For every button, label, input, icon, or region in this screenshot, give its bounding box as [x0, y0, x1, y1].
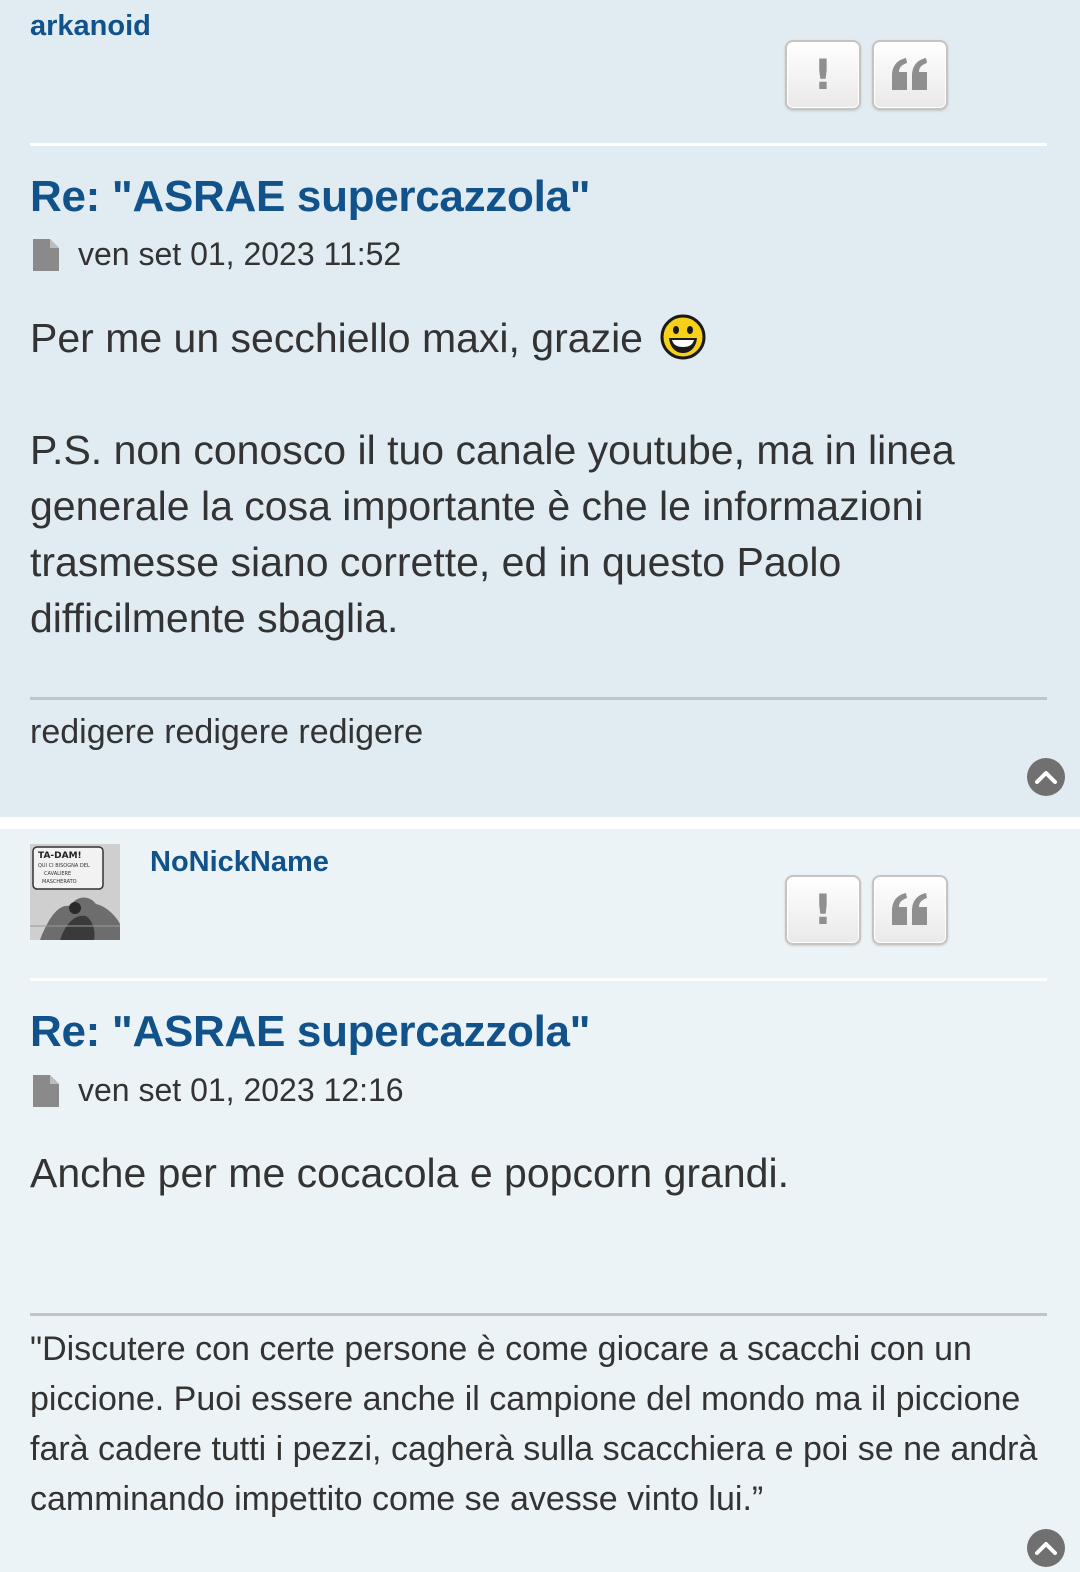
- post-content-line: Per me un secchiello maxi, grazie: [30, 315, 643, 361]
- back-to-top-button[interactable]: [1027, 758, 1065, 796]
- svg-text:TA-DAM!: TA-DAM!: [38, 851, 82, 861]
- post-nonickname: TA-DAM! QUI CI BISOGNA DEL CAVALIERE MAS…: [0, 829, 1080, 1572]
- svg-text:QUI CI BISOGNA DEL: QUI CI BISOGNA DEL: [38, 863, 90, 869]
- post-content: Per me un secchiello maxi, grazie P.S. n…: [30, 310, 1050, 646]
- signature-divider: [30, 697, 1047, 700]
- post-title[interactable]: Re: "ASRAE supercazzola": [30, 1007, 591, 1057]
- post-date: ven set 01, 2023 12:16: [30, 1072, 404, 1109]
- avatar[interactable]: TA-DAM! QUI CI BISOGNA DEL CAVALIERE MAS…: [30, 844, 120, 940]
- chevron-up-icon: [1035, 771, 1057, 784]
- post-content: Anche per me cocacola e popcorn grandi.: [30, 1145, 1050, 1201]
- post-divider: [30, 978, 1047, 981]
- post-arkanoid: arkanoid ! Re: "ASRAE supercazzola" ven …: [0, 0, 1080, 817]
- report-button[interactable]: !: [785, 40, 861, 110]
- post-signature: redigere redigere redigere: [30, 713, 424, 751]
- exclamation-icon: !: [813, 885, 833, 934]
- laughing-smiley-icon: [660, 314, 706, 360]
- post-title[interactable]: Re: "ASRAE supercazzola": [30, 172, 591, 222]
- post-divider: [30, 143, 1047, 146]
- quote-icon: [892, 893, 927, 925]
- exclamation-icon: !: [813, 50, 833, 99]
- post-content-line: Anche per me cocacola e popcorn grandi.: [30, 1150, 789, 1196]
- document-icon[interactable]: [30, 1073, 62, 1109]
- quote-icon: [892, 58, 927, 90]
- svg-text:CAVALIERE: CAVALIERE: [44, 871, 71, 877]
- signature-divider: [30, 1313, 1047, 1316]
- post-author[interactable]: arkanoid: [30, 10, 151, 43]
- post-date: ven set 01, 2023 11:52: [30, 236, 401, 273]
- report-button[interactable]: !: [785, 875, 861, 945]
- post-signature: "Discutere con certe persone è come gioc…: [30, 1330, 1038, 1518]
- post-date-text: ven set 01, 2023 11:52: [78, 236, 402, 272]
- post-date-text: ven set 01, 2023 12:16: [78, 1072, 404, 1108]
- quote-button[interactable]: [872, 875, 948, 945]
- svg-text:MASCHERATO: MASCHERATO: [42, 879, 77, 885]
- chevron-up-icon: [1035, 1542, 1057, 1555]
- back-to-top-button[interactable]: [1027, 1529, 1065, 1567]
- document-icon[interactable]: [30, 237, 62, 273]
- post-author[interactable]: NoNickName: [150, 846, 329, 879]
- quote-button[interactable]: [872, 40, 948, 110]
- post-content-paragraph: P.S. non conosco il tuo canale youtube, …: [30, 427, 955, 641]
- avatar-image: TA-DAM! QUI CI BISOGNA DEL CAVALIERE MAS…: [30, 844, 120, 940]
